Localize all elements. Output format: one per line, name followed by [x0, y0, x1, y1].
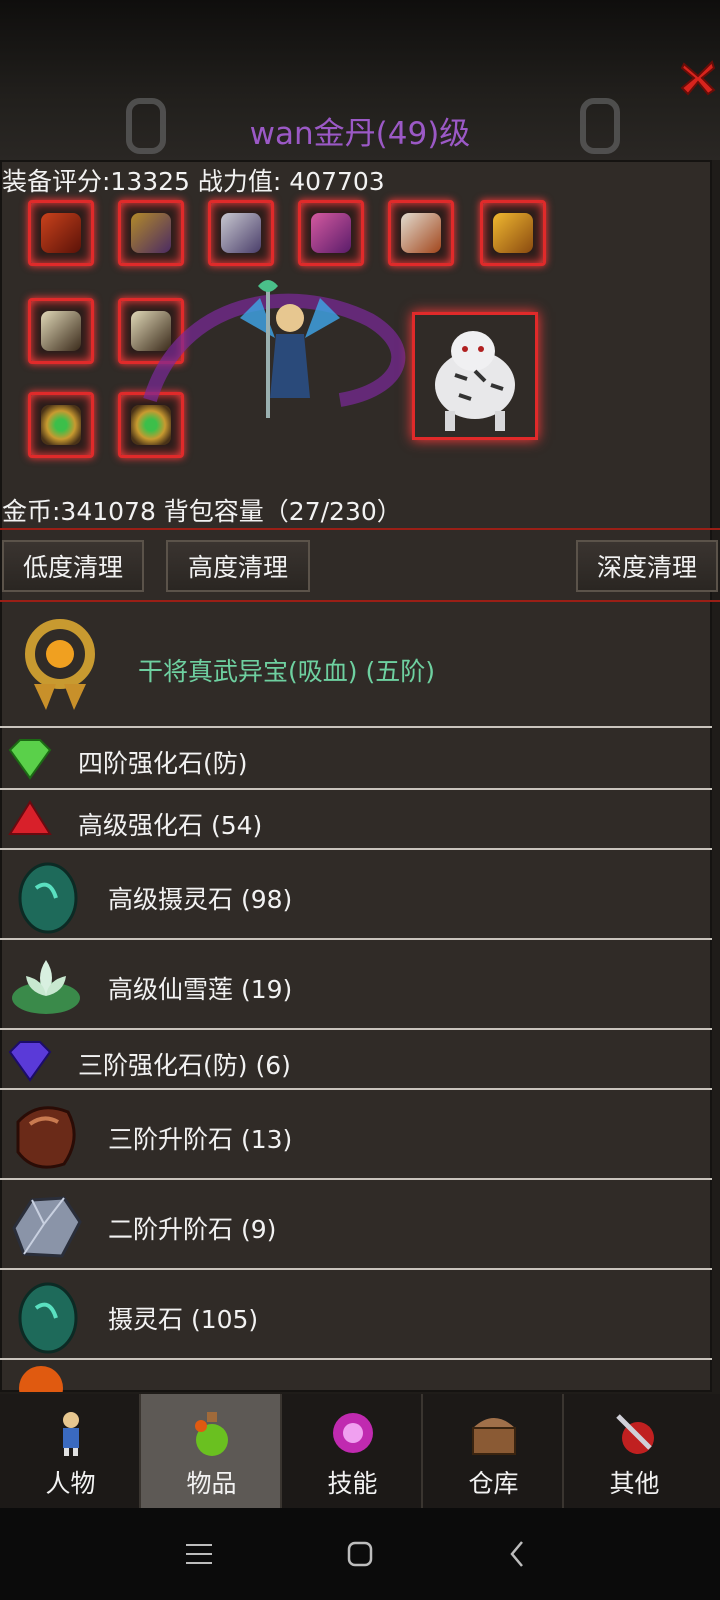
- bracelet-icon: [41, 405, 81, 445]
- helmet-icon: [41, 213, 81, 253]
- hero-character[interactable]: [230, 278, 350, 428]
- equip-score: 装备评分:13325: [2, 167, 190, 196]
- item-name: 干将真武异宝(吸血) (五阶): [138, 657, 435, 686]
- divider: [0, 528, 720, 530]
- tab-label: 人物: [45, 1469, 96, 1498]
- white-tiger-icon: [435, 331, 515, 431]
- green-gem-icon: [8, 739, 52, 780]
- item-name: 三阶升阶石 (13): [108, 1125, 293, 1154]
- equip-slot-bracelet-left[interactable]: [28, 392, 94, 458]
- tab-label: 物品: [186, 1469, 237, 1498]
- equip-slot-belt[interactable]: [388, 200, 454, 266]
- menu-icon[interactable]: [186, 1542, 212, 1566]
- silver-stone-icon: [12, 1196, 82, 1258]
- equip-slot-weapon-left[interactable]: [28, 298, 94, 364]
- back-icon[interactable]: [508, 1540, 526, 1568]
- treasure-ring-icon: [25, 619, 95, 710]
- fire-orb-icon: [19, 1366, 63, 1392]
- tab-label: 其他: [609, 1469, 660, 1498]
- mount-slot-tiger[interactable]: [412, 312, 538, 440]
- mask-icon: [221, 213, 261, 253]
- item-name: 高级仙雪莲 (19): [108, 975, 293, 1004]
- item-name: 高级摄灵石 (98): [108, 885, 293, 914]
- gold-and-bag-capacity: 金币:341078 背包容量（27/230）: [2, 497, 402, 526]
- equip-slot-armor[interactable]: [118, 200, 184, 266]
- potion-icon: [195, 1412, 228, 1456]
- home-icon[interactable]: [347, 1541, 373, 1567]
- tab-label: 技能: [327, 1469, 378, 1498]
- item-name: 二阶升阶石 (9): [108, 1215, 277, 1244]
- sword-shield-icon: [616, 1414, 654, 1454]
- purple-gem-icon: [8, 1041, 52, 1082]
- equip-slot-wings[interactable]: [298, 200, 364, 266]
- character-icon: [63, 1412, 79, 1456]
- spirit-stone-icon: [18, 1282, 78, 1354]
- item-name: 四阶强化石(防): [78, 749, 248, 778]
- list-item[interactable]: 三阶强化石(防) (6): [0, 1030, 712, 1090]
- tab-label: 仓库: [468, 1469, 519, 1498]
- list-item[interactable]: 高级摄灵石 (98): [0, 850, 712, 940]
- character-title: wan金丹(49)级: [249, 116, 471, 152]
- tab-items[interactable]: 物品: [141, 1394, 282, 1508]
- low-clean-button[interactable]: 低度清理: [2, 540, 144, 592]
- list-item[interactable]: 摄灵石 (105): [0, 1270, 712, 1360]
- equip-slot-helmet[interactable]: [28, 200, 94, 266]
- stats-line: 装备评分:13325 战力值: 407703: [2, 162, 385, 198]
- tab-character[interactable]: 人物: [0, 1394, 141, 1508]
- item-name: 三阶强化石(防) (6): [78, 1051, 291, 1080]
- high-clean-button[interactable]: 高度清理: [166, 540, 310, 592]
- system-nav-bar: [0, 1508, 720, 1600]
- combat-power: 战力值: 407703: [197, 167, 385, 196]
- list-item[interactable]: 三阶升阶石 (13): [0, 1090, 712, 1180]
- list-item[interactable]: 二阶升阶石 (9): [0, 1180, 712, 1270]
- list-item-partial[interactable]: [0, 1362, 712, 1392]
- list-item[interactable]: 干将真武异宝(吸血) (五阶): [0, 604, 712, 728]
- skill-orb-icon: [333, 1413, 373, 1453]
- close-icon: [680, 60, 716, 96]
- equip-slot-dragon[interactable]: [480, 200, 546, 266]
- list-item[interactable]: 高级仙雪莲 (19): [0, 940, 712, 1030]
- blade-icon: [41, 311, 81, 351]
- brown-stone-icon: [16, 1106, 76, 1169]
- red-gem-icon: [8, 800, 52, 835]
- wings-icon: [311, 213, 351, 253]
- bottom-nav: 人物 物品 技能 仓库 其他: [0, 1394, 720, 1508]
- spirit-stone-icon: [18, 862, 78, 934]
- tab-other[interactable]: 其他: [564, 1394, 705, 1508]
- tab-warehouse[interactable]: 仓库: [423, 1394, 564, 1508]
- tab-skills[interactable]: 技能: [282, 1394, 423, 1508]
- list-item[interactable]: 高级强化石 (54): [0, 790, 712, 850]
- equip-slot-mask[interactable]: [208, 200, 274, 266]
- deep-clean-button[interactable]: 深度清理: [576, 540, 718, 592]
- belt-icon: [401, 213, 441, 253]
- close-button[interactable]: [680, 58, 716, 98]
- snow-lotus-icon: [12, 960, 80, 1014]
- list-item[interactable]: 四阶强化石(防): [0, 728, 712, 790]
- armor-icon: [131, 213, 171, 253]
- item-name: 高级强化石 (54): [78, 811, 263, 840]
- divider: [0, 600, 720, 602]
- chest-icon: [472, 1418, 516, 1455]
- item-name: 摄灵石 (105): [108, 1305, 259, 1334]
- dragon-icon: [493, 213, 533, 253]
